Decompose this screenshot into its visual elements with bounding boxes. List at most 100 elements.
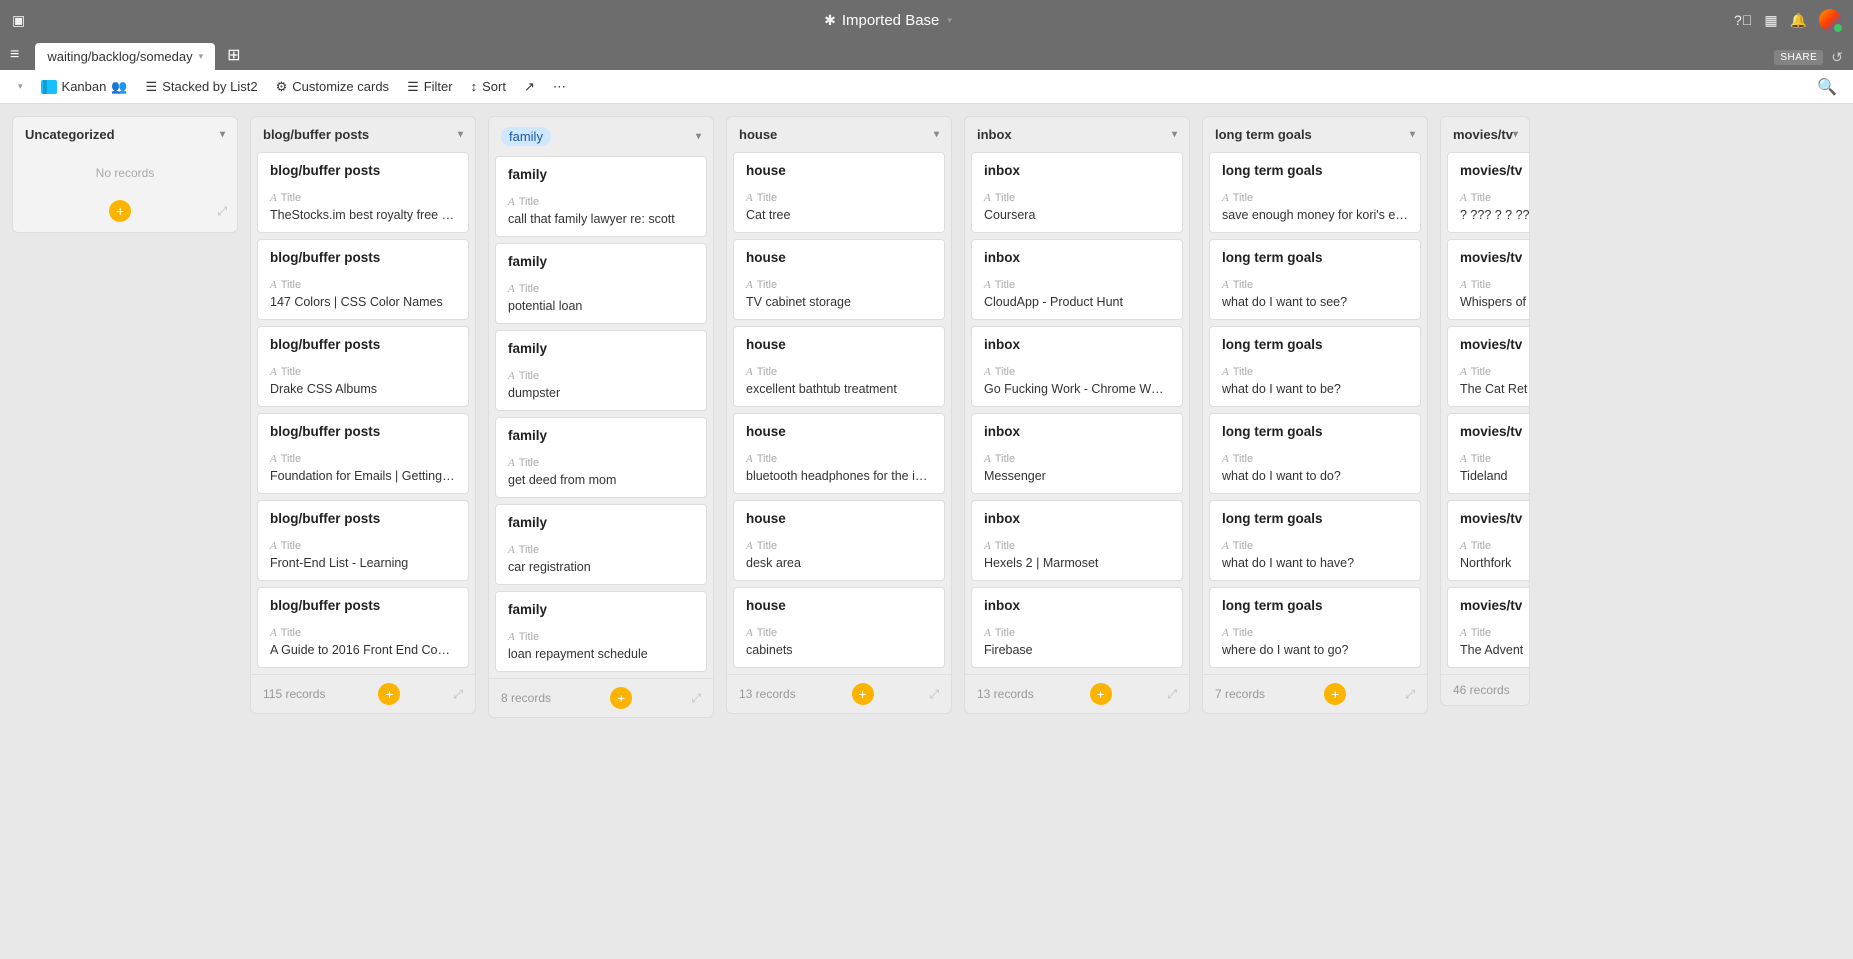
expand-icon[interactable]: ⤢ <box>453 687 463 702</box>
record-card[interactable]: inboxA TitleGo Fucking Work - Chrome Web… <box>971 326 1183 407</box>
record-card[interactable]: familyA Titlecall that family lawyer re:… <box>495 156 707 237</box>
record-card[interactable]: movies/tvA TitleTideland <box>1447 413 1529 494</box>
more-icon[interactable]: ⋯ <box>553 79 566 95</box>
record-card[interactable]: blog/buffer postsA TitleDrake CSS Albums <box>257 326 469 407</box>
hamburger-icon[interactable]: ≡ <box>10 46 19 64</box>
record-card[interactable]: houseA Titledesk area <box>733 500 945 581</box>
column-header[interactable]: long term goals▾ <box>1203 117 1427 152</box>
add-record-button[interactable]: + <box>1324 683 1346 705</box>
record-card[interactable]: familyA Titlepotential loan <box>495 243 707 324</box>
search-icon[interactable]: 🔍 <box>1817 79 1837 96</box>
help-icon[interactable]: ?⃝ <box>1734 12 1752 28</box>
history-icon[interactable]: ↺ <box>1831 49 1843 66</box>
record-card[interactable]: inboxA TitleHexels 2 | Marmoset <box>971 500 1183 581</box>
record-card[interactable]: movies/tvA Title? ??? ? ? ??? <box>1447 152 1529 233</box>
share-view-icon[interactable]: ↗ <box>524 79 535 95</box>
record-card[interactable]: long term goalsA Titlesave enough money … <box>1209 152 1421 233</box>
add-record-button[interactable]: + <box>378 683 400 705</box>
chevron-down-icon: ▾ <box>1172 129 1177 140</box>
record-card[interactable]: movies/tvA TitleWhispers of <box>1447 239 1529 320</box>
record-card[interactable]: movies/tvA TitleThe Advent <box>1447 587 1529 668</box>
record-card[interactable]: long term goalsA Titlewhere do I want to… <box>1209 587 1421 668</box>
card-heading: inbox <box>984 250 1170 265</box>
card-heading: house <box>746 250 932 265</box>
record-card[interactable]: familyA Titleget deed from mom <box>495 417 707 498</box>
field-label: A Title <box>1222 192 1408 204</box>
field-value: The Cat Ret <box>1460 382 1529 396</box>
column-name: Uncategorized <box>25 127 115 142</box>
filter-button[interactable]: ☰ Filter <box>407 79 453 95</box>
record-card[interactable]: houseA TitleCat tree <box>733 152 945 233</box>
record-card[interactable]: long term goalsA Titlewhat do I want to … <box>1209 326 1421 407</box>
record-card[interactable]: blog/buffer postsA TitleA Guide to 2016 … <box>257 587 469 668</box>
share-button[interactable]: SHARE <box>1774 50 1823 65</box>
record-card[interactable]: long term goalsA Titlewhat do I want to … <box>1209 413 1421 494</box>
record-card[interactable]: inboxA TitleFirebase <box>971 587 1183 668</box>
card-heading: movies/tv <box>1460 250 1529 265</box>
record-card[interactable]: familyA Titleloan repayment schedule <box>495 591 707 672</box>
view-switcher[interactable]: Kanban 👥 <box>41 79 128 95</box>
record-card[interactable]: blog/buffer postsA TitleFoundation for E… <box>257 413 469 494</box>
add-tab-icon[interactable]: ⊞ <box>227 45 240 65</box>
expand-icon[interactable]: ⤢ <box>691 691 701 706</box>
expand-icon[interactable]: ⤢ <box>929 687 939 702</box>
column-header[interactable]: inbox▾ <box>965 117 1189 152</box>
record-card[interactable]: movies/tvA TitleNorthfork <box>1447 500 1529 581</box>
record-card[interactable]: familyA Titlecar registration <box>495 504 707 585</box>
record-card[interactable]: inboxA TitleCoursera <box>971 152 1183 233</box>
stacked-by-button[interactable]: ☰ Stacked by List2 <box>146 79 258 95</box>
field-value: Northfork <box>1460 556 1529 570</box>
kanban-column: inbox▾inboxA TitleCourserainboxA TitleCl… <box>964 116 1190 714</box>
record-card[interactable]: houseA TitleTV cabinet storage <box>733 239 945 320</box>
column-footer: 13 records + ⤢ <box>727 674 951 713</box>
add-record-button[interactable]: + <box>852 683 874 705</box>
card-heading: house <box>746 337 932 352</box>
record-card[interactable]: blog/buffer postsA Title147 Colors | CSS… <box>257 239 469 320</box>
card-heading: family <box>508 254 694 269</box>
record-card[interactable]: inboxA TitleMessenger <box>971 413 1183 494</box>
record-count: 13 records <box>739 687 796 701</box>
record-card[interactable]: blog/buffer postsA TitleTheStocks.im bes… <box>257 152 469 233</box>
record-card[interactable]: long term goalsA Titlewhat do I want to … <box>1209 500 1421 581</box>
column-name: house <box>739 127 777 142</box>
expand-icon[interactable]: ⤢ <box>217 204 227 219</box>
record-card[interactable]: blog/buffer postsA TitleFront-End List -… <box>257 500 469 581</box>
card-heading: inbox <box>984 424 1170 439</box>
add-record-button[interactable]: + <box>610 687 632 709</box>
card-heading: long term goals <box>1222 424 1408 439</box>
field-label: A Title <box>270 192 456 204</box>
add-record-button[interactable]: + <box>109 200 131 222</box>
avatar[interactable] <box>1819 9 1841 31</box>
apps-icon[interactable]: ▦ <box>1764 12 1777 29</box>
record-card[interactable]: familyA Titledumpster <box>495 330 707 411</box>
column-header[interactable]: house▾ <box>727 117 951 152</box>
field-label: A Title <box>270 279 456 291</box>
sort-button[interactable]: ↕ Sort <box>471 79 506 94</box>
record-card[interactable]: inboxA TitleCloudApp - Product Hunt <box>971 239 1183 320</box>
record-card[interactable]: houseA Titleexcellent bathtub treatment <box>733 326 945 407</box>
field-value: CloudApp - Product Hunt <box>984 295 1170 309</box>
column-header[interactable]: Uncategorized▾ <box>13 117 237 152</box>
tab-waiting-backlog[interactable]: waiting/backlog/someday ▾ <box>35 43 215 70</box>
add-record-button[interactable]: + <box>1090 683 1112 705</box>
field-label: A Title <box>984 540 1170 552</box>
tab-label: waiting/backlog/someday <box>47 49 192 64</box>
chevron-down-icon[interactable]: ▾ <box>947 15 952 26</box>
notifications-icon[interactable]: 🔔 <box>1790 12 1807 29</box>
expand-icon[interactable]: ⤢ <box>1405 687 1415 702</box>
field-label: A Title <box>508 631 694 643</box>
card-heading: family <box>508 428 694 443</box>
column-header[interactable]: blog/buffer posts▾ <box>251 117 475 152</box>
record-card[interactable]: long term goalsA Titlewhat do I want to … <box>1209 239 1421 320</box>
views-chevron-icon[interactable]: ▾ <box>18 81 23 92</box>
record-card[interactable]: houseA Titlebluetooth headphones for the… <box>733 413 945 494</box>
column-header[interactable]: family▾ <box>489 117 713 156</box>
expand-icon[interactable]: ⤢ <box>1167 687 1177 702</box>
record-card[interactable]: movies/tvA TitleThe Cat Ret <box>1447 326 1529 407</box>
column-header[interactable]: movies/tv▾ <box>1441 117 1529 152</box>
customize-cards-button[interactable]: ⚙ Customize cards <box>276 79 389 95</box>
base-title[interactable]: Imported Base <box>842 12 940 29</box>
app-logo-icon[interactable]: ▣ <box>12 12 25 29</box>
record-card[interactable]: houseA Titlecabinets <box>733 587 945 668</box>
field-value: Drake CSS Albums <box>270 382 456 396</box>
